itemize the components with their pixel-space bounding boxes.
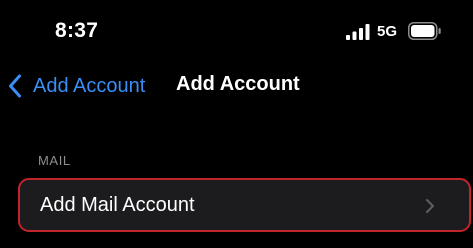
- cellular-signal-icon: [346, 24, 370, 40]
- add-mail-account-row[interactable]: Add Mail Account: [18, 178, 471, 232]
- battery-icon: [408, 22, 441, 40]
- status-bar: 8:37 5G: [0, 0, 473, 64]
- back-button[interactable]: Add Account: [8, 70, 145, 102]
- navigation-bar: Add Account Add Account: [0, 64, 473, 108]
- chevron-right-icon: [426, 199, 434, 213]
- page-title: Add Account: [176, 73, 300, 95]
- status-time: 8:37: [55, 19, 99, 42]
- chevron-left-icon: [9, 74, 21, 98]
- network-type-label: 5G: [377, 23, 398, 40]
- section-header-mail: MAIL: [38, 153, 71, 168]
- back-button-label: Add Account: [33, 74, 146, 97]
- row-label: Add Mail Account: [40, 194, 195, 216]
